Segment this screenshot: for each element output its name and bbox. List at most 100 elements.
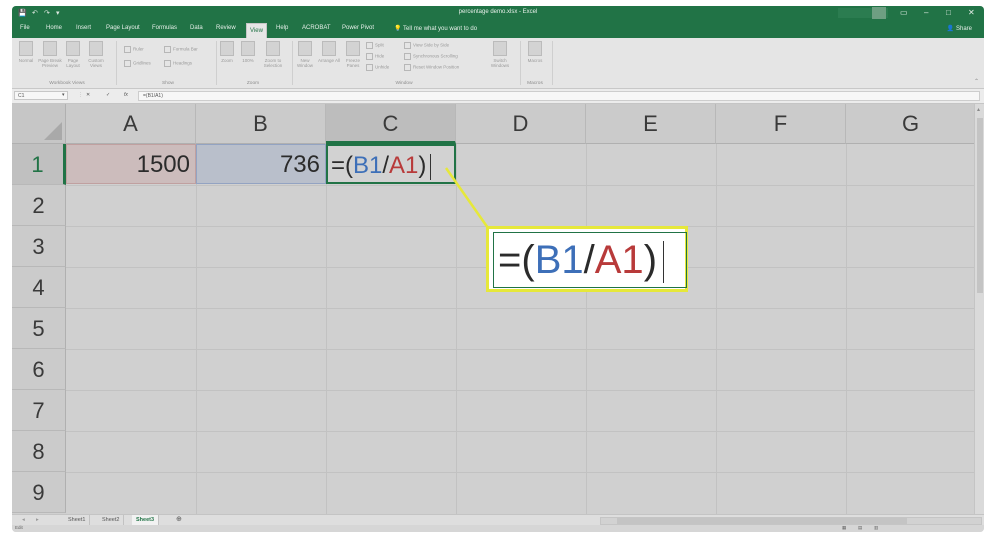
gridlines-label: Gridlines (133, 60, 151, 66)
tell-me-search[interactable]: 💡 Tell me what you want to do (394, 25, 477, 32)
horizontal-scroll-thumb[interactable] (617, 518, 907, 524)
reset-window-position-button[interactable]: Reset Window Position (404, 64, 459, 71)
group-label-window: Window (395, 81, 413, 86)
zoom-label: Zoom (221, 58, 233, 63)
freeze-panes-button[interactable]: Freeze Panes (342, 41, 364, 68)
checkbox-icon (124, 46, 131, 53)
close-button[interactable]: ✕ (968, 8, 975, 17)
tab-review[interactable]: Review (216, 25, 236, 31)
reset-position-icon (404, 64, 411, 71)
tab-data[interactable]: Data (190, 25, 203, 31)
page-break-label: Page Break Preview (38, 58, 62, 68)
new-window-label: New Window (296, 58, 313, 68)
add-sheet-button[interactable]: ⊕ (176, 515, 182, 525)
share-button[interactable]: 👤 Share (947, 25, 972, 32)
zoom-100-button[interactable]: 100% (238, 41, 258, 63)
gridlines-checkbox[interactable]: Gridlines (124, 60, 151, 67)
switch-windows-button[interactable]: Switch Windows (486, 41, 514, 68)
ruler-label: Ruler (133, 46, 144, 52)
page-break-status-icon[interactable]: ▥ (874, 525, 878, 531)
name-box[interactable]: C1 (14, 91, 68, 100)
callout-ref-b1: B1 (534, 238, 584, 282)
new-window-button[interactable]: New Window (294, 41, 316, 68)
page-layout-icon (66, 41, 80, 56)
view-side-by-side-button[interactable]: View Side by Side (404, 42, 449, 49)
arrange-all-button[interactable]: Arrange All (318, 41, 340, 63)
callout-slash: / (583, 238, 595, 282)
reset-window-position-label: Reset Window Position (413, 64, 460, 70)
unhide-button[interactable]: Unhide (366, 64, 389, 71)
checkbox-icon (164, 46, 171, 53)
ribbon-display-icon[interactable]: ▭ (900, 8, 908, 17)
synchronous-scrolling-label: Synchronous Scrolling (413, 53, 458, 59)
checkbox-icon (124, 60, 131, 67)
page-break-preview-button[interactable]: Page Break Preview (38, 41, 62, 68)
formula-callout-text: =(B1/A1) (493, 232, 687, 288)
checkbox-icon (164, 60, 171, 67)
tab-acrobat[interactable]: ACROBAT (302, 25, 331, 31)
collapse-ribbon-icon[interactable]: ⌃ (974, 78, 979, 85)
headings-checkbox[interactable]: Headings (164, 60, 192, 67)
split-button[interactable]: Split (366, 42, 384, 49)
normal-view-button[interactable]: Normal (14, 41, 38, 63)
scroll-up-icon[interactable]: ▴ (977, 106, 980, 113)
formula-bar-label: Formula Bar (173, 46, 198, 52)
formula-callout: =(B1/A1) (486, 226, 688, 292)
minimize-button[interactable]: – (924, 8, 928, 17)
group-label-macros: Macros (527, 81, 543, 86)
tab-formulas[interactable]: Formulas (152, 25, 177, 31)
worksheet-grid: A B C D E F G 1 2 3 4 5 6 7 8 9 1500 736 (12, 104, 974, 514)
page-layout-label: Page Layout (66, 58, 80, 68)
group-divider (552, 41, 553, 85)
freeze-panes-label: Freeze Panes (345, 58, 360, 68)
formula-input[interactable]: =(B1/A1) (138, 91, 980, 101)
title-bar: 💾 ↶ ↷ ▾ percentage demo.xlsx - Excel ▭ –… (12, 6, 984, 20)
zoom-to-selection-button[interactable]: Zoom to Selection (260, 41, 286, 68)
page-layout-status-icon[interactable]: ▤ (858, 525, 862, 531)
tab-page-layout[interactable]: Page Layout (106, 25, 140, 31)
group-divider (116, 41, 117, 85)
name-box-dropdown-icon[interactable]: ▾ (62, 92, 65, 98)
macros-button[interactable]: Macros (524, 41, 546, 63)
hide-button[interactable]: Hide (366, 53, 384, 60)
magnifier-icon (220, 41, 234, 56)
enter-entry-button[interactable]: ✓ (106, 92, 110, 98)
ruler-checkbox[interactable]: Ruler (124, 46, 144, 53)
tab-home[interactable]: Home (46, 25, 62, 31)
tab-file[interactable]: File (20, 25, 30, 31)
tab-insert[interactable]: Insert (76, 25, 91, 31)
tab-help[interactable]: Help (276, 25, 288, 31)
group-divider (292, 41, 293, 85)
custom-views-label: Custom Views (88, 58, 104, 68)
cancel-entry-button[interactable]: ✕ (86, 92, 90, 98)
page-break-icon (43, 41, 57, 56)
ribbon: Normal Page Break Preview Page Layout Cu… (12, 38, 984, 89)
group-label-show: Show (162, 81, 174, 86)
next-sheet-icon[interactable]: ▸ (36, 515, 39, 525)
arrange-all-icon (322, 41, 336, 56)
sheet-tab-sheet1[interactable]: Sheet1 (64, 515, 91, 525)
tell-me-label: Tell me what you want to do (403, 26, 478, 32)
callout-text-cursor (663, 241, 665, 284)
normal-view-status-icon[interactable]: ▦ (842, 525, 846, 531)
zoom-button[interactable]: Zoom (218, 41, 236, 63)
prev-sheet-icon[interactable]: ◂ (22, 515, 25, 525)
synchronous-scrolling-button[interactable]: Synchronous Scrolling (404, 53, 458, 60)
horizontal-scrollbar[interactable] (600, 517, 982, 525)
sheet-tab-sheet2[interactable]: Sheet2 (98, 515, 125, 525)
custom-views-button[interactable]: Custom Views (84, 41, 108, 68)
hide-icon (366, 53, 373, 60)
group-label-zoom: Zoom (246, 81, 260, 86)
lightbulb-icon: 💡 (394, 26, 404, 32)
callout-ref-a1: A1 (594, 238, 644, 282)
split-icon (366, 42, 373, 49)
page-layout-view-button[interactable]: Page Layout (62, 41, 84, 68)
tab-power-pivot[interactable]: Power Pivot (342, 25, 374, 31)
vertical-scroll-thumb[interactable] (977, 118, 983, 293)
avatar[interactable] (872, 7, 886, 19)
insert-function-button[interactable]: fx (124, 92, 128, 98)
vertical-scrollbar[interactable]: ▴ (974, 104, 984, 514)
formula-bar-checkbox[interactable]: Formula Bar (164, 46, 198, 53)
tab-view[interactable]: View (246, 23, 267, 38)
restore-button[interactable]: □ (946, 8, 951, 17)
